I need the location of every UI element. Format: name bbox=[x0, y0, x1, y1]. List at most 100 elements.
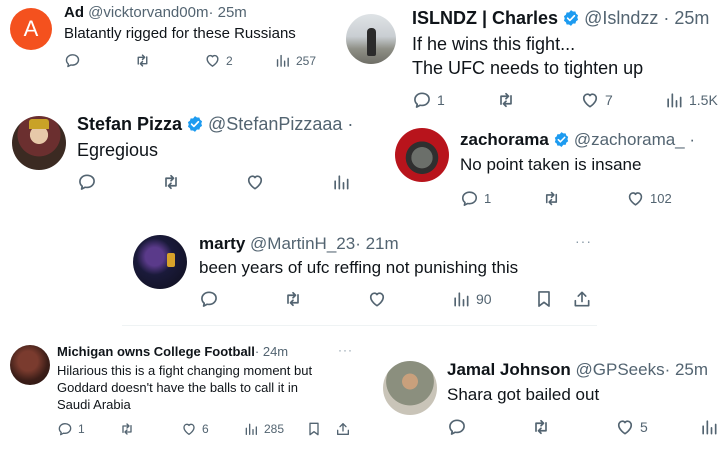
reply-button[interactable] bbox=[447, 417, 467, 437]
tweet-michigan[interactable]: Michigan owns College Football· 24m ··· … bbox=[0, 335, 370, 450]
avatar[interactable] bbox=[12, 116, 66, 170]
like-button[interactable]: 5 bbox=[615, 417, 648, 437]
tweet-text: Blatantly rigged for these Russians bbox=[64, 25, 296, 42]
reply-button[interactable] bbox=[64, 52, 81, 69]
tweet-islndz[interactable]: ISLNDZ | Charles @Islndzz · 25m If he win… bbox=[340, 0, 720, 115]
like-icon bbox=[580, 90, 600, 110]
like-button[interactable]: 7 bbox=[580, 90, 613, 110]
author-handle[interactable]: @zachorama_ · bbox=[574, 130, 695, 149]
author-name[interactable]: Michigan owns College Football bbox=[57, 344, 255, 359]
like-button[interactable] bbox=[245, 172, 265, 192]
verified-icon bbox=[562, 9, 580, 27]
author-handle[interactable]: @vicktorvand00m bbox=[88, 4, 208, 21]
reply-button[interactable]: 1 bbox=[460, 189, 491, 208]
like-icon bbox=[367, 289, 387, 309]
tweet-text: been years of ufc reffing not punishing … bbox=[199, 258, 519, 277]
bookmark-icon bbox=[534, 289, 554, 309]
views-button[interactable] bbox=[699, 417, 719, 437]
avatar[interactable] bbox=[383, 361, 437, 415]
retweet-button[interactable] bbox=[531, 417, 551, 437]
views-icon bbox=[451, 289, 471, 309]
author-name[interactable]: Stefan Pizza bbox=[77, 114, 182, 134]
tweet-marty[interactable]: marty @MartinH_23· 21m ··· been years of… bbox=[125, 225, 605, 320]
tweet-text-line3: Saudi Arabia bbox=[57, 397, 131, 412]
timestamp[interactable]: · 25m bbox=[663, 8, 709, 28]
reply-button[interactable]: 1 bbox=[412, 90, 445, 110]
avatar[interactable]: A bbox=[10, 8, 52, 50]
reply-icon bbox=[199, 289, 219, 309]
avatar-crown bbox=[29, 119, 49, 129]
tweet-stefan[interactable]: Stefan Pizza @StefanPizzaaa · Egregious bbox=[0, 110, 370, 200]
author-name[interactable]: zachorama bbox=[460, 130, 549, 149]
author-handle[interactable]: @MartinH_23 bbox=[250, 234, 355, 253]
reply-icon bbox=[447, 417, 467, 437]
views-button[interactable]: 1.5K bbox=[664, 90, 718, 110]
like-button[interactable]: 6 bbox=[181, 421, 209, 437]
tweet-ad[interactable]: A Ad @vicktorvand00m· 25m Blatantly rigg… bbox=[0, 0, 340, 80]
avatar[interactable] bbox=[395, 128, 449, 182]
reply-icon bbox=[77, 172, 97, 192]
views-button[interactable]: 90 bbox=[451, 289, 492, 309]
tweet-text: Egregious bbox=[77, 140, 159, 160]
like-icon bbox=[245, 172, 265, 192]
tweet-text-line2: Goddard doesn't have the balls to call i… bbox=[57, 380, 298, 395]
views-button[interactable]: 257 bbox=[274, 52, 316, 69]
more-options-button[interactable]: ··· bbox=[575, 233, 592, 249]
avatar[interactable] bbox=[133, 235, 187, 289]
author-name[interactable]: ISLNDZ | Charles bbox=[412, 8, 558, 28]
author-handle[interactable]: @StefanPizzaaa · bbox=[208, 114, 353, 134]
like-button[interactable]: 2 bbox=[204, 52, 233, 69]
like-icon bbox=[615, 417, 635, 437]
tweet-header: ISLNDZ | Charles @Islndzz · 25m bbox=[412, 8, 709, 29]
like-count: 102 bbox=[650, 191, 672, 206]
views-button[interactable] bbox=[331, 172, 351, 192]
retweet-button[interactable] bbox=[119, 421, 135, 437]
retweet-icon bbox=[496, 90, 516, 110]
tweet-header: Ad @vicktorvand00m· 25m bbox=[64, 4, 247, 21]
reply-icon bbox=[57, 421, 73, 437]
reply-count: 1 bbox=[78, 422, 85, 436]
more-options-button[interactable]: ··· bbox=[338, 343, 353, 357]
tweet-header: marty @MartinH_23· 21m bbox=[199, 234, 399, 254]
author-handle[interactable]: @Islndzz bbox=[584, 8, 658, 28]
author-name[interactable]: marty bbox=[199, 234, 245, 253]
views-icon bbox=[274, 52, 291, 69]
bookmark-button[interactable] bbox=[306, 421, 322, 437]
tweet-zachorama[interactable]: zachorama @zachorama_ · No point taken is… bbox=[385, 118, 720, 218]
retweet-button[interactable] bbox=[283, 289, 303, 309]
avatar[interactable] bbox=[346, 14, 396, 64]
tweet-text: Shara got bailed out bbox=[447, 385, 600, 404]
retweet-button[interactable] bbox=[542, 189, 561, 208]
share-button[interactable] bbox=[335, 421, 351, 437]
retweet-button[interactable] bbox=[161, 172, 181, 192]
reply-icon bbox=[460, 189, 479, 208]
retweet-button[interactable] bbox=[496, 90, 516, 110]
like-button[interactable]: 102 bbox=[626, 189, 672, 208]
timestamp[interactable]: · 25m bbox=[208, 4, 246, 21]
like-button[interactable] bbox=[367, 289, 387, 309]
tweet-jamal[interactable]: Jamal Johnson @GPSeeks· 25m Shara got ba… bbox=[375, 345, 720, 450]
reply-button[interactable]: 1 bbox=[57, 421, 85, 437]
views-button[interactable]: 285 bbox=[243, 421, 284, 437]
timestamp[interactable]: · 25m bbox=[665, 360, 708, 379]
author-name[interactable]: Jamal Johnson bbox=[447, 360, 571, 379]
like-icon bbox=[626, 189, 645, 208]
reply-button[interactable] bbox=[77, 172, 97, 192]
retweet-icon bbox=[531, 417, 551, 437]
share-icon bbox=[572, 289, 592, 309]
avatar[interactable] bbox=[10, 345, 50, 385]
tweet-text-line2: The UFC needs to tighten up bbox=[412, 58, 644, 78]
like-count: 6 bbox=[202, 422, 209, 436]
share-button[interactable] bbox=[572, 289, 592, 309]
share-icon bbox=[335, 421, 351, 437]
retweet-button[interactable] bbox=[134, 52, 151, 69]
divider bbox=[122, 325, 597, 326]
bookmark-button[interactable] bbox=[534, 289, 554, 309]
timestamp[interactable]: · 21m bbox=[355, 234, 398, 253]
avatar-figure bbox=[367, 28, 376, 56]
author-handle[interactable]: @GPSeeks bbox=[576, 360, 665, 379]
reply-count: 1 bbox=[484, 191, 492, 206]
timestamp[interactable]: · 24m bbox=[255, 344, 288, 359]
author-name[interactable]: Ad bbox=[64, 4, 84, 21]
reply-button[interactable] bbox=[199, 289, 219, 309]
